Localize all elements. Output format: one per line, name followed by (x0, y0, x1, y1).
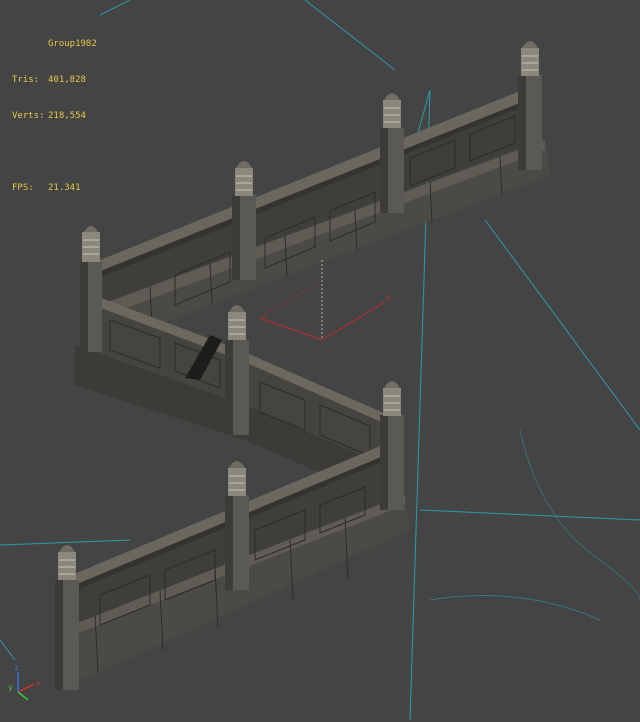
stats-fps-row: FPS: 21.341 (12, 182, 97, 194)
post-2 (232, 161, 256, 280)
post-5 (225, 305, 249, 435)
verts-value: 218,554 (48, 111, 86, 121)
object-name: Group1982 (48, 39, 97, 49)
axis-y-label: y (8, 683, 13, 692)
post-3 (380, 93, 404, 213)
viewport-stats-overlay: Group1982 Tris: 401,828 Verts: 218,554 FPS… (12, 14, 97, 218)
tris-label: Tris: (12, 75, 40, 85)
tris-value: 401,828 (48, 75, 86, 85)
stats-verts-row: Verts: 218,554 (12, 110, 97, 122)
axis-tripod (17, 672, 35, 701)
fps-label: FPS: (12, 183, 34, 193)
stats-object-row: Group1982 (12, 38, 97, 50)
verts-label: Verts: (12, 111, 45, 121)
fps-value: 21.341 (48, 183, 81, 193)
axis-z-label: z (14, 663, 19, 672)
3d-viewport[interactable]: x x z y Group1982 Tris: 401,828 Verts: 218… (0, 0, 640, 722)
post-7 (225, 461, 249, 590)
post-6 (380, 381, 404, 510)
gizmo-x-label: x (386, 293, 391, 302)
axis-x-label: x (36, 679, 41, 688)
post-4 (518, 41, 542, 170)
post-1 (80, 226, 102, 352)
stats-tris-row: Tris: 401,828 (12, 74, 97, 86)
